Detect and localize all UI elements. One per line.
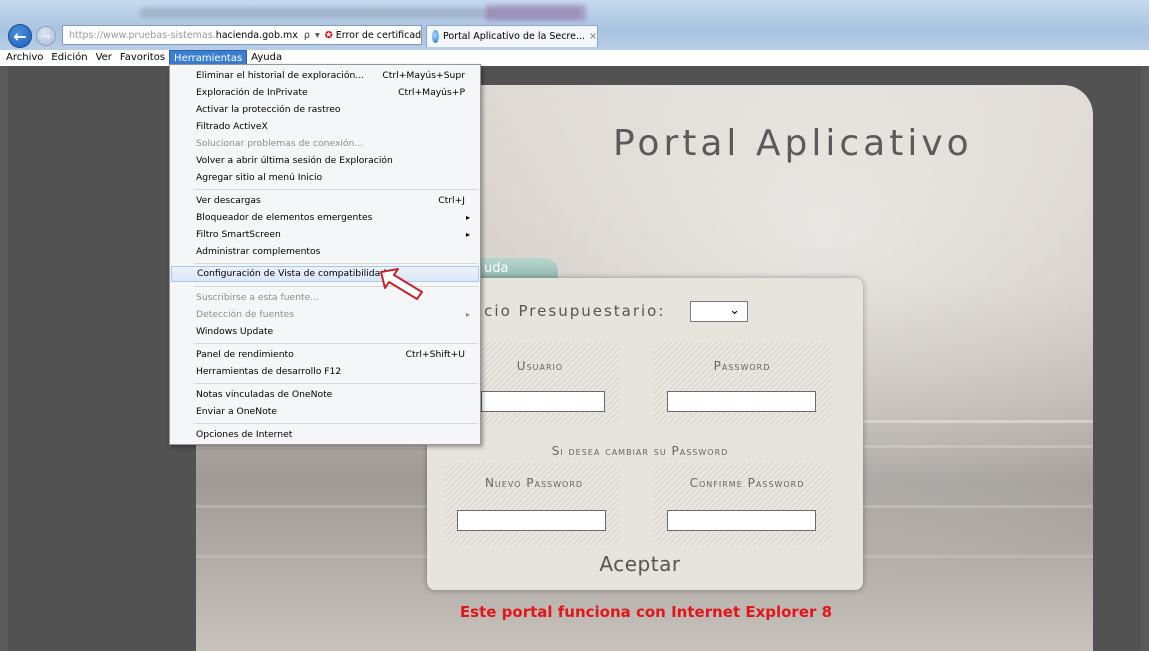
confirme-password-input[interactable]	[667, 510, 816, 531]
menu-separator	[194, 286, 478, 287]
menu-item-agregar-inicio[interactable]: Agregar sitio al menú Inicio	[171, 170, 479, 186]
submenu-arrow-icon: ▸	[465, 310, 470, 319]
menu-item-label: Filtrado ActiveX	[196, 121, 268, 132]
menu-separator	[194, 189, 478, 190]
ie8-note: Este portal funciona con Internet Explor…	[459, 603, 833, 621]
menu-ver[interactable]: Ver	[92, 50, 116, 66]
menu-item-notas-onenote[interactable]: Notas vinculadas de OneNote	[171, 387, 479, 403]
menu-archivo[interactable]: Archivo	[0, 50, 47, 66]
menu-item-label: Windows Update	[196, 326, 274, 337]
portal-title: Portal Aplicativo	[613, 123, 973, 164]
menu-item-label: Detección de fuentes	[196, 309, 294, 320]
menu-item-label: Administrar complementos	[196, 246, 321, 257]
forward-arrow-icon: →	[40, 29, 52, 43]
confirme-password-label: Confirme Password	[689, 476, 805, 490]
back-button[interactable]: ←	[8, 24, 32, 48]
menu-item-administrar-complementos[interactable]: Administrar complementos	[171, 244, 479, 260]
menu-item-label: Panel de rendimiento	[196, 349, 294, 360]
menu-item-label: Configuración de Vista de compatibilidad	[197, 268, 387, 279]
submenu-arrow-icon: ▸	[465, 213, 470, 222]
menu-separator	[194, 423, 478, 424]
password-label: Password	[713, 359, 771, 373]
annotation-arrow-icon	[380, 268, 423, 300]
menu-item-bloqueador-emergentes[interactable]: Bloqueador de elementos emergentes ▸	[171, 210, 479, 226]
nuevo-password-label: Nuevo Password	[484, 476, 584, 490]
menu-item-smartscreen[interactable]: Filtro SmartScreen ▸	[171, 227, 479, 243]
menu-item-windows-update[interactable]: Windows Update	[171, 324, 479, 340]
menu-item-label: Eliminar el historial de exploración...	[196, 70, 365, 81]
menu-item-label: Enviar a OneNote	[196, 406, 277, 417]
usuario-input[interactable]	[481, 391, 605, 412]
tab-title: Portal Aplicativo de la Secre...	[442, 31, 586, 42]
screenshot: ← → https://www.pruebas-sistemas. haciend…	[0, 0, 1149, 651]
menu-separator	[194, 263, 478, 264]
menu-item-ver-descargas[interactable]: Ver descargas Ctrl+J	[171, 193, 479, 209]
password-input[interactable]	[667, 391, 816, 412]
menu-item-label: Suscribirse a esta fuente...	[196, 292, 320, 303]
menu-item-label: Solucionar problemas de conexión...	[196, 138, 364, 149]
menu-item-enviar-onenote[interactable]: Enviar a OneNote	[171, 404, 479, 420]
usuario-label: Usuario	[516, 359, 564, 373]
menu-item-shortcut: Ctrl+Mayús+P	[398, 87, 465, 98]
back-arrow-icon: ←	[13, 26, 27, 46]
menu-item-vista-compatibilidad[interactable]: Configuración de Vista de compatibilidad	[171, 266, 479, 282]
menu-item-label: Volver a abrir última sesión de Explorac…	[196, 155, 393, 166]
menu-item-herramientas-desarrollo[interactable]: Herramientas de desarrollo F12	[171, 364, 479, 380]
menu-item-solucionar-problemas: Solucionar problemas de conexión...	[171, 136, 479, 152]
menu-item-eliminar-historial[interactable]: Eliminar el historial de exploración... …	[171, 68, 479, 84]
menu-item-suscribirse-fuente: Suscribirse a esta fuente...	[171, 290, 479, 306]
nuevo-password-input[interactable]	[457, 510, 606, 531]
menu-item-proteccion-rastreo[interactable]: Activar la protección de rastreo	[171, 102, 479, 118]
menu-item-label: Exploración de InPrivate	[196, 87, 308, 98]
menu-item-label: Activar la protección de rastreo	[196, 104, 341, 115]
menu-item-inprivate[interactable]: Exploración de InPrivate Ctrl+Mayús+P	[171, 85, 479, 101]
ie-tab-icon	[432, 30, 439, 43]
menu-item-label: Agregar sitio al menú Inicio	[196, 172, 323, 183]
menu-item-label: Bloqueador de elementos emergentes	[196, 212, 373, 223]
menu-item-label: Notas vinculadas de OneNote	[196, 389, 333, 400]
browser-tab[interactable]: Portal Aplicativo de la Secre... ×	[426, 25, 598, 47]
certificate-error-label[interactable]: Error de certificado	[336, 30, 421, 41]
ejercicio-label: icio Presupuestario:	[478, 302, 666, 320]
address-search-icon[interactable]: ρ	[304, 30, 310, 41]
aceptar-button[interactable]: Aceptar	[580, 552, 700, 576]
menu-item-deteccion-fuentes: Detección de fuentes ▸	[171, 307, 479, 323]
menu-separator	[194, 383, 478, 384]
cambiar-password-label: Si desea cambiar su Password	[551, 444, 729, 458]
chevron-down-icon: ⌄	[729, 303, 740, 318]
menu-item-shortcut: Ctrl+Shift+U	[405, 349, 465, 360]
menu-item-shortcut: Ctrl+J	[438, 195, 465, 206]
menu-separator	[194, 343, 478, 344]
browser-toolbar: ← → https://www.pruebas-sistemas. haciend…	[0, 0, 1149, 50]
menu-item-label: Herramientas de desarrollo F12	[196, 366, 342, 377]
ejercicio-select[interactable]: ⌄	[690, 301, 748, 322]
address-url-domain: hacienda.gob.mx	[215, 29, 298, 41]
menu-item-panel-rendimiento[interactable]: Panel de rendimiento Ctrl+Shift+U	[171, 347, 479, 363]
menu-item-label: Ver descargas	[196, 195, 261, 206]
address-dropdown-icon[interactable]: ▾	[315, 30, 320, 41]
submenu-arrow-icon: ▸	[465, 230, 470, 239]
window-title-highlight	[486, 5, 586, 21]
menu-item-label: Filtro SmartScreen	[196, 229, 281, 240]
menu-item-shortcut: Ctrl+Mayús+Supr	[382, 70, 465, 81]
certificate-error-icon: ✪	[324, 29, 333, 41]
menu-edicion[interactable]: Edición	[47, 50, 91, 66]
forward-button[interactable]: →	[36, 26, 56, 46]
tab-close-icon[interactable]: ×	[589, 31, 597, 42]
menu-item-filtrado-activex[interactable]: Filtrado ActiveX	[171, 119, 479, 135]
menu-item-opciones-internet[interactable]: Opciones de Internet	[171, 427, 479, 443]
tools-menu: Eliminar el historial de exploración... …	[169, 64, 481, 445]
menu-favoritos[interactable]: Favoritos	[116, 50, 169, 66]
address-bar[interactable]: https://www.pruebas-sistemas. hacienda.go…	[62, 25, 422, 45]
address-url-prefix: https://www.pruebas-sistemas.	[69, 29, 216, 41]
menu-item-label: Opciones de Internet	[196, 429, 293, 440]
menu-item-reabrir-sesion[interactable]: Volver a abrir última sesión de Explorac…	[171, 153, 479, 169]
